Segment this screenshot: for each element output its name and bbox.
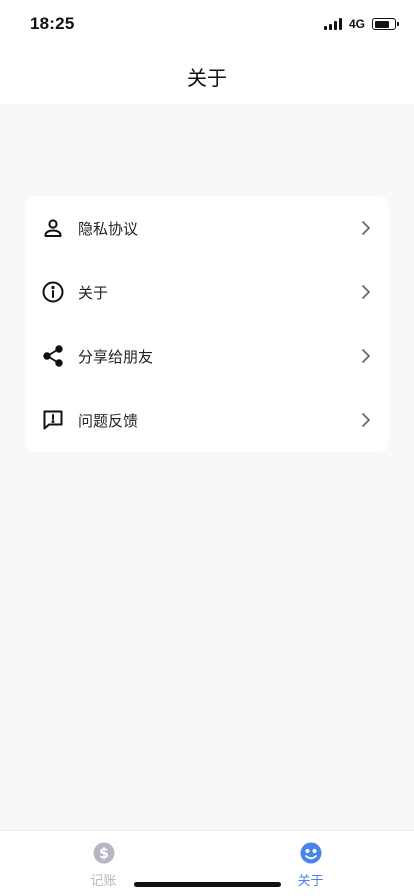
menu-card: 隐私协议 关于 分享给朋友 问题反馈 xyxy=(25,196,389,452)
status-time: 18:25 xyxy=(30,14,75,33)
nav-bar: 关于 xyxy=(0,48,414,104)
menu-item-label: 分享给朋友 xyxy=(78,347,154,366)
feedback-icon xyxy=(41,408,65,432)
status-bar: 18:25 4G xyxy=(0,0,414,48)
share-icon xyxy=(41,344,65,368)
status-indicators: 4G xyxy=(323,16,399,32)
menu-item-label: 关于 xyxy=(78,283,109,302)
battery-fill xyxy=(374,20,389,28)
home-indicator xyxy=(134,882,281,887)
menu-item-privacy[interactable]: 隐私协议 xyxy=(25,196,389,260)
tab-label: 关于 xyxy=(297,874,324,889)
tab-label: 记账 xyxy=(90,874,117,889)
info-icon xyxy=(41,280,65,304)
battery-cap xyxy=(397,22,399,26)
page-title: 关于 xyxy=(187,65,227,90)
chevron-right-icon xyxy=(359,349,373,363)
smiley-face-icon xyxy=(300,842,322,864)
network-type: 4G xyxy=(348,17,365,31)
svg-text:$: $ xyxy=(99,846,109,862)
chevron-right-icon xyxy=(359,285,373,299)
chevron-right-icon xyxy=(359,413,373,427)
menu-item-about[interactable]: 关于 xyxy=(25,260,389,324)
person-icon xyxy=(41,216,65,240)
battery-icon xyxy=(372,18,399,30)
menu-item-label: 问题反馈 xyxy=(78,411,139,430)
signal-icon xyxy=(323,18,342,30)
menu-item-feedback[interactable]: 问题反馈 xyxy=(25,388,389,452)
dollar-coin-icon: $ xyxy=(93,842,115,864)
menu-item-label: 隐私协议 xyxy=(78,219,139,238)
menu-item-share[interactable]: 分享给朋友 xyxy=(25,324,389,388)
chevron-right-icon xyxy=(359,221,373,235)
